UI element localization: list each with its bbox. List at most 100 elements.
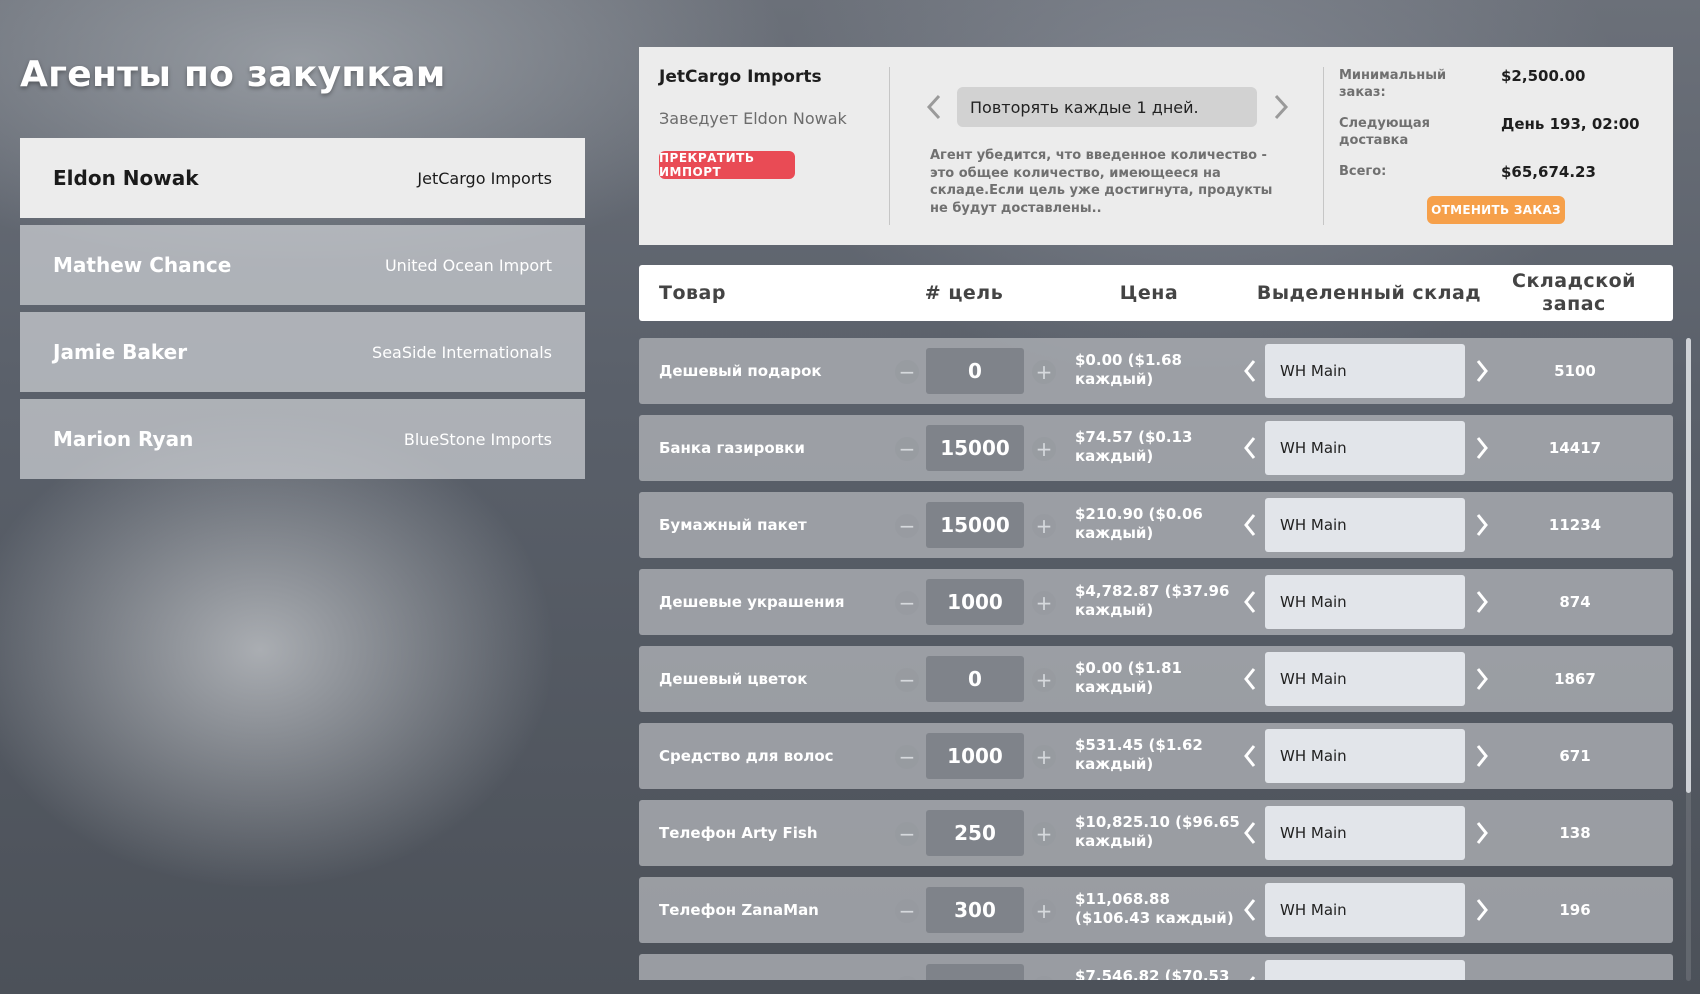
repeat-next-button[interactable] (1272, 92, 1290, 122)
total-value: $65,674.23 (1501, 163, 1596, 181)
warehouse-prev-button[interactable] (1242, 666, 1258, 692)
warehouse-next-button[interactable] (1474, 358, 1490, 384)
warehouse-prev-button[interactable] (1242, 589, 1258, 615)
warehouse-next-button[interactable] (1474, 435, 1490, 461)
product-price: $210.90 ($0.06 каждый) (1075, 505, 1203, 542)
total-label: Всего: (1339, 164, 1387, 179)
chevron-left-icon (1244, 899, 1256, 921)
warehouse-next-button[interactable] (1474, 512, 1490, 538)
warehouse-select[interactable]: WH Main (1265, 883, 1465, 937)
agent-item[interactable]: Eldon Nowak JetCargo Imports (20, 138, 585, 218)
plus-icon[interactable]: + (1032, 668, 1056, 692)
target-quantity[interactable]: 0 (926, 348, 1024, 394)
plus-icon[interactable]: + (1032, 514, 1056, 538)
divider (1323, 67, 1324, 225)
plus-icon[interactable]: + (1032, 591, 1056, 615)
warehouse-next-button[interactable] (1474, 666, 1490, 692)
minus-icon[interactable]: − (895, 899, 919, 923)
warehouse-select[interactable]: WH Main (1265, 421, 1465, 475)
plus-icon[interactable]: + (1032, 745, 1056, 769)
agent-company-title: JetCargo Imports (659, 67, 822, 87)
minus-icon[interactable]: − (895, 437, 919, 461)
product-price: $10,825.10 ($96.65 каждый) (1075, 813, 1240, 850)
warehouse-next-button[interactable] (1474, 589, 1490, 615)
chevron-left-icon (1244, 360, 1256, 382)
product-name: Дешевые украшения (659, 593, 845, 611)
target-quantity[interactable]: 1000 (926, 579, 1024, 625)
plus-icon[interactable]: + (1032, 976, 1056, 980)
next-delivery-label: Следующая доставка (1339, 116, 1430, 148)
stock-value: 671 (1559, 747, 1591, 765)
warehouse-prev-button[interactable] (1242, 974, 1258, 980)
agent-name: Marion Ryan (53, 427, 194, 451)
warehouse-select[interactable]: WH Main (1265, 498, 1465, 552)
warehouse-select[interactable]: WH Main (1265, 575, 1465, 629)
target-quantity[interactable]: 1000 (926, 733, 1024, 779)
scrollbar-thumb[interactable] (1686, 338, 1691, 793)
product-name: Телефон Arty Fish (659, 824, 818, 842)
minus-icon[interactable]: − (895, 514, 919, 538)
agent-item[interactable]: Jamie Baker SeaSide Internationals (20, 312, 585, 392)
agent-note: Агент убедится, что введенное количество… (930, 148, 1273, 216)
warehouse-prev-button[interactable] (1242, 897, 1258, 923)
stock-value: 138 (1559, 824, 1591, 842)
product-name: Дешевый цветок (659, 670, 808, 688)
stock-value: 5100 (1554, 362, 1596, 380)
plus-icon[interactable]: + (1032, 437, 1056, 461)
warehouse-prev-button[interactable] (1242, 820, 1258, 846)
table-row: Дешевые украшения − 1000 + $4,782.87 ($3… (639, 569, 1673, 635)
agent-item[interactable]: Marion Ryan BlueStone Imports (20, 399, 585, 479)
agent-company: BlueStone Imports (403, 429, 552, 449)
minus-icon[interactable]: − (895, 668, 919, 692)
target-quantity[interactable]: 15000 (926, 425, 1024, 471)
warehouse-next-button[interactable] (1474, 820, 1490, 846)
chevron-left-icon (1244, 437, 1256, 459)
table-row: Банка газировки − 15000 + $74.57 ($0.13 … (639, 415, 1673, 481)
plus-icon[interactable]: + (1032, 899, 1056, 923)
chevron-left-icon (1244, 668, 1256, 690)
agent-info-panel: JetCargo Imports Заведует Eldon Nowak ПР… (639, 47, 1673, 245)
minus-icon[interactable]: − (895, 745, 919, 769)
stock-value: 1867 (1554, 670, 1596, 688)
target-quantity[interactable]: 0 (926, 656, 1024, 702)
product-price: $0.00 ($1.81 каждый) (1075, 659, 1182, 696)
warehouse-select[interactable] (1265, 960, 1465, 980)
minus-icon[interactable]: − (895, 360, 919, 384)
warehouse-select[interactable]: WH Main (1265, 729, 1465, 783)
chevron-right-icon (1476, 591, 1488, 613)
warehouse-prev-button[interactable] (1242, 743, 1258, 769)
chevron-right-icon (1476, 437, 1488, 459)
warehouse-next-button[interactable] (1474, 897, 1490, 923)
agent-name: Jamie Baker (53, 340, 188, 364)
min-order-value: $2,500.00 (1501, 67, 1586, 85)
stock-value: 196 (1559, 901, 1591, 919)
warehouse-prev-button[interactable] (1242, 512, 1258, 538)
target-quantity[interactable]: 250 (926, 810, 1024, 856)
target-quantity[interactable]: 300 (926, 887, 1024, 933)
agent-name: Eldon Nowak (53, 166, 199, 190)
warehouse-select[interactable]: WH Main (1265, 344, 1465, 398)
minus-icon[interactable]: − (895, 591, 919, 615)
next-delivery-value: День 193, 02:00 (1501, 115, 1640, 133)
minus-icon[interactable]: − (895, 822, 919, 846)
warehouse-prev-button[interactable] (1242, 358, 1258, 384)
stop-import-button[interactable]: ПРЕКРАТИТЬ ИМПОРТ (659, 151, 795, 179)
stock-value: 11234 (1548, 516, 1602, 534)
target-quantity[interactable] (926, 964, 1024, 980)
minus-icon[interactable]: − (895, 976, 919, 980)
cancel-order-button[interactable]: ОТМЕНИТЬ ЗАКАЗ (1427, 196, 1565, 224)
warehouse-next-button[interactable] (1474, 743, 1490, 769)
warehouse-select[interactable]: WH Main (1265, 806, 1465, 860)
product-price: $4,782.87 ($37.96 каждый) (1075, 582, 1230, 619)
agent-item[interactable]: Mathew Chance United Ocean Import (20, 225, 585, 305)
agent-manager: Заведует Eldon Nowak (659, 109, 847, 128)
plus-icon[interactable]: + (1032, 360, 1056, 384)
header-product: Товар (659, 281, 726, 304)
plus-icon[interactable]: + (1032, 822, 1056, 846)
repeat-prev-button[interactable] (925, 92, 943, 122)
target-quantity[interactable]: 15000 (926, 502, 1024, 548)
warehouse-select[interactable]: WH Main (1265, 652, 1465, 706)
stock-value: 874 (1559, 593, 1591, 611)
warehouse-prev-button[interactable] (1242, 435, 1258, 461)
table-header: Товар # цель Цена Выделенный склад Склад… (639, 265, 1673, 321)
